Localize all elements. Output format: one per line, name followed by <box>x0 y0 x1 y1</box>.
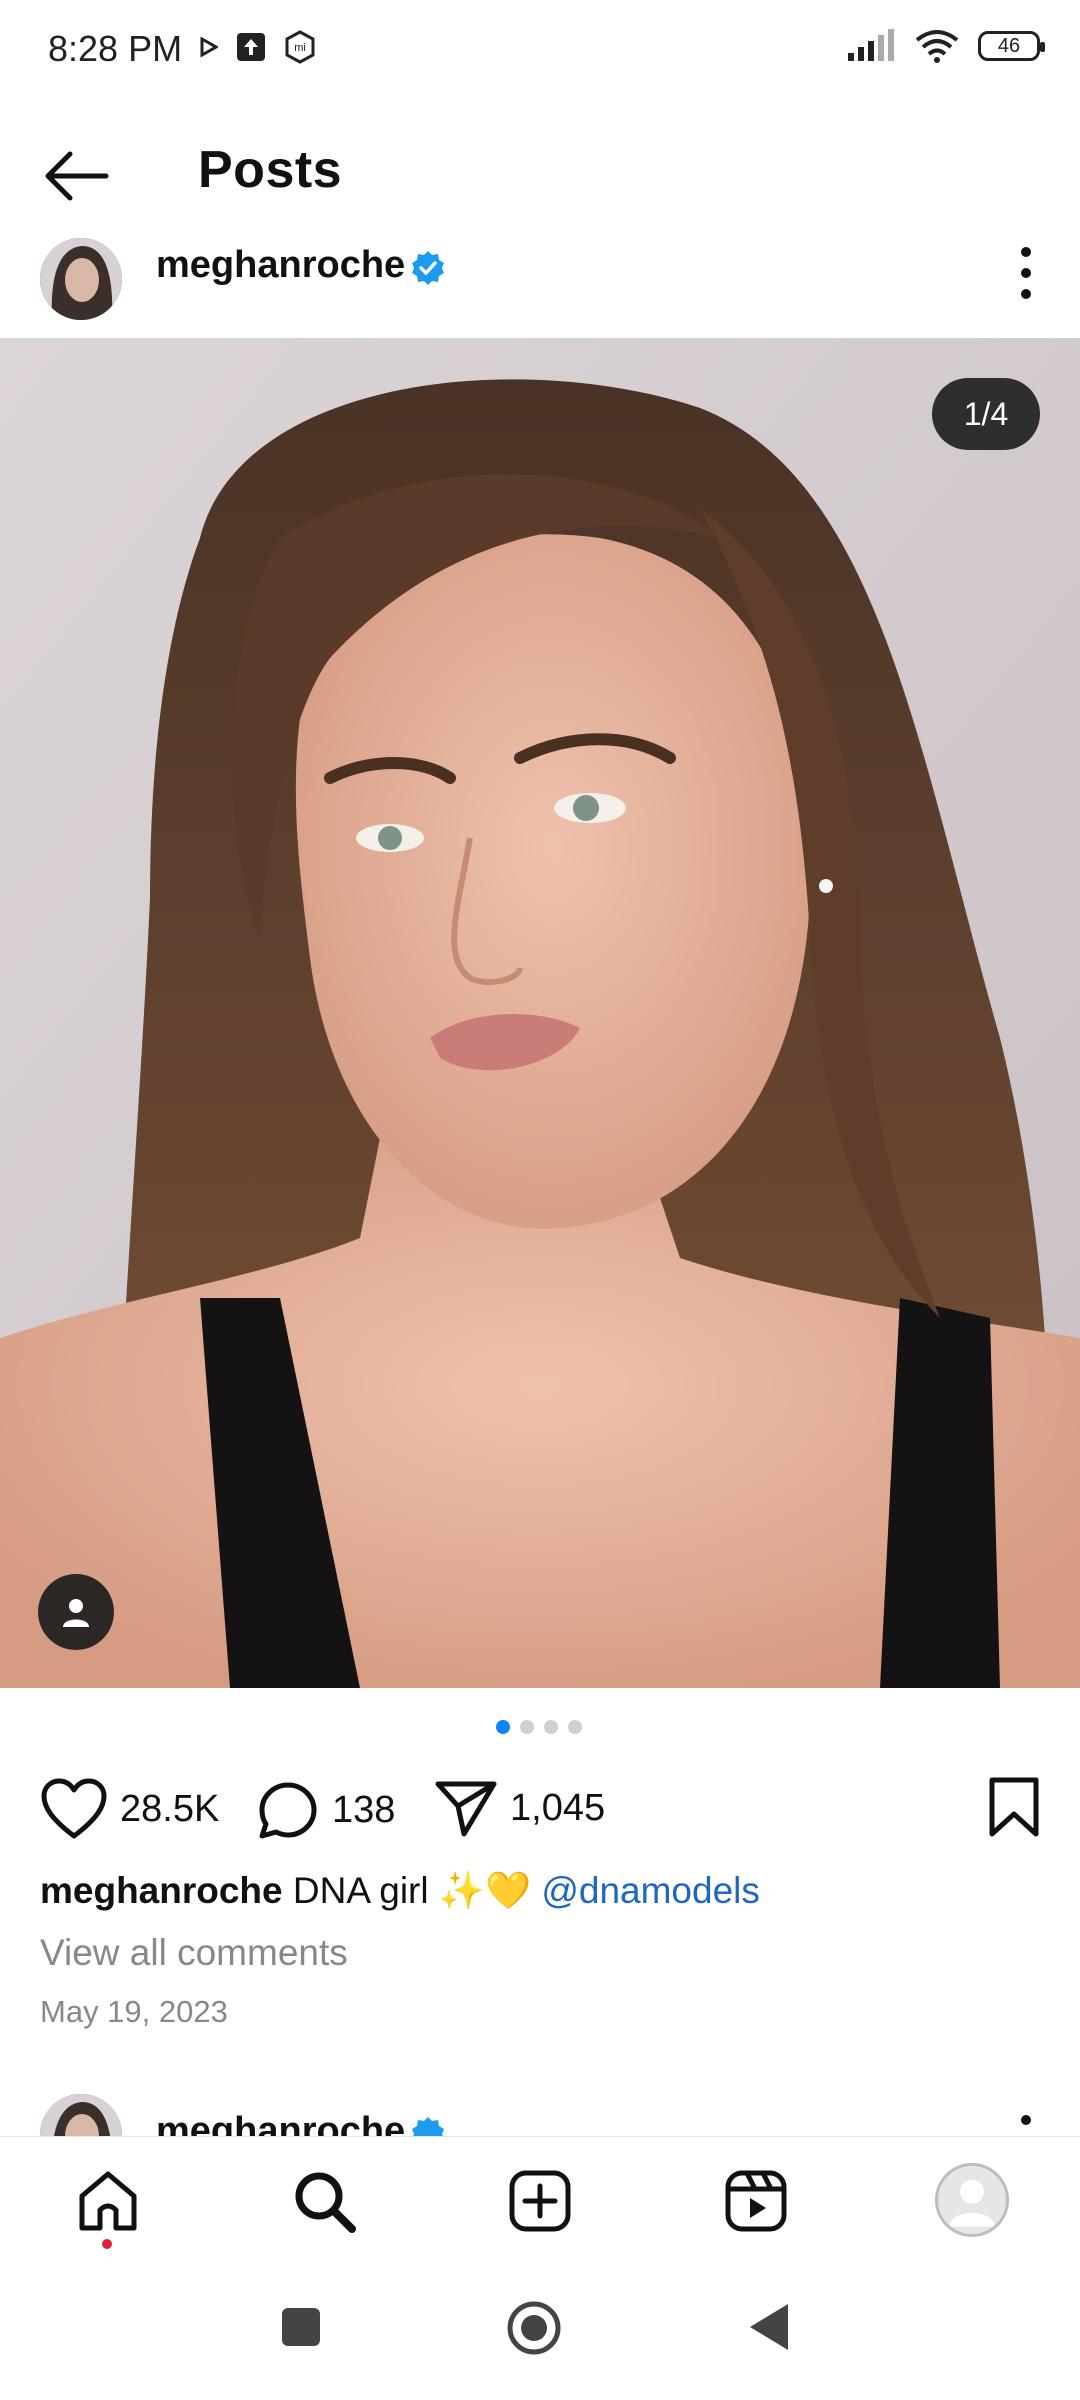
post-author-username[interactable]: meghanroche <box>156 244 405 287</box>
status-bar: 8:28 PM mi 46 <box>0 0 1080 100</box>
view-all-comments-link[interactable]: View all comments <box>40 1932 348 1974</box>
post-actions: 28.5K 138 1,045 <box>0 1760 1080 1860</box>
battery-icon: 46 <box>978 31 1045 61</box>
next-post-avatar[interactable] <box>40 2094 122 2136</box>
nav-reels[interactable] <box>720 2165 792 2237</box>
nav-create[interactable] <box>504 2165 576 2237</box>
more-options-icon[interactable] <box>1014 244 1038 302</box>
svg-text:mi: mi <box>294 42 306 54</box>
carousel-dot-4 <box>568 1720 582 1734</box>
comment-action[interactable]: 138 <box>256 1778 395 1842</box>
home-icon[interactable] <box>76 2170 140 2232</box>
home-notification-dot <box>102 2239 112 2249</box>
battery-level: 46 <box>997 34 1021 57</box>
reels-icon[interactable] <box>725 2170 787 2232</box>
bottom-navigation <box>0 2136 1080 2276</box>
heart-icon[interactable] <box>40 1778 108 1840</box>
back-triangle-icon[interactable] <box>748 2302 790 2352</box>
profile-placeholder-icon <box>949 2179 995 2227</box>
verified-badge-icon <box>412 251 444 285</box>
post-author-avatar[interactable] <box>40 238 122 320</box>
next-post-username[interactable]: meghanroche <box>156 2110 405 2136</box>
person-icon <box>63 1599 89 1627</box>
like-count[interactable]: 28.5K <box>120 1788 219 1831</box>
nav-home[interactable] <box>72 2165 144 2237</box>
status-right-icons: 46 <box>846 28 1045 64</box>
page-title: Posts <box>198 141 343 199</box>
next-verified-badge-icon <box>412 2117 444 2136</box>
top-header: Posts <box>0 120 1080 230</box>
carousel-dot-3 <box>544 1720 558 1734</box>
wifi-icon <box>915 30 959 63</box>
bookmark-icon[interactable] <box>986 1776 1042 1838</box>
recents-icon[interactable] <box>280 2306 322 2348</box>
caption-username[interactable]: meghanroche <box>40 1870 283 1911</box>
caption-text: DNA girl ✨💛 <box>282 1870 542 1911</box>
next-more-options-icon[interactable] <box>1014 2112 1038 2136</box>
upload-icon <box>237 33 265 61</box>
tagged-people-button[interactable] <box>38 1574 114 1650</box>
portrait-photo <box>0 338 1080 1688</box>
play-icon <box>200 37 218 57</box>
status-time: 8:28 PM <box>48 28 183 69</box>
mi-icon: mi <box>285 30 315 64</box>
caption-mention-link[interactable]: @dnamodels <box>541 1870 760 1911</box>
next-post-header: meghanroche <box>0 2094 1080 2136</box>
signal-icon <box>848 29 894 61</box>
share-icon[interactable] <box>434 1778 498 1838</box>
like-action[interactable]: 28.5K <box>40 1778 219 1840</box>
status-left-icons: mi <box>200 30 316 64</box>
post-header: meghanroche <box>0 230 1080 335</box>
comment-count[interactable]: 138 <box>332 1789 395 1832</box>
back-arrow-icon[interactable] <box>40 146 110 206</box>
comment-icon[interactable] <box>256 1778 320 1842</box>
nav-search[interactable] <box>288 2165 360 2237</box>
share-count[interactable]: 1,045 <box>510 1787 605 1830</box>
search-icon[interactable] <box>292 2169 356 2233</box>
carousel-indicator <box>496 1720 582 1734</box>
share-action[interactable]: 1,045 <box>434 1778 605 1838</box>
carousel-dot-2 <box>520 1720 534 1734</box>
add-post-icon[interactable] <box>509 2170 571 2232</box>
nav-profile-avatar[interactable] <box>935 2163 1009 2237</box>
image-counter: 1/4 <box>932 378 1040 450</box>
carousel-dot-1 <box>496 1720 510 1734</box>
post-date: May 19, 2023 <box>40 1994 228 2029</box>
post-caption: meghanroche DNA girl ✨💛 @dnamodels <box>40 1870 760 1913</box>
post-image[interactable]: 1/4 <box>0 338 1080 1688</box>
screen: 8:28 PM mi 46 Posts meghanroche 1/4 28.5… <box>0 0 1080 2400</box>
home-button-icon[interactable] <box>506 2300 562 2356</box>
system-navigation-bar <box>0 2276 1080 2400</box>
